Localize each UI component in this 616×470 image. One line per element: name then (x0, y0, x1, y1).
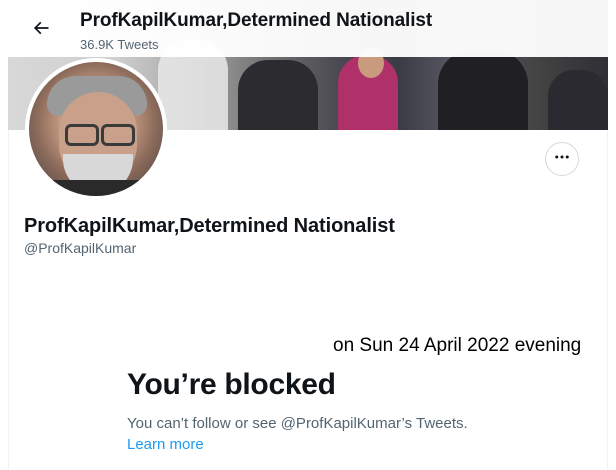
blocked-description: You can’t follow or see @ProfKapilKumar’… (127, 415, 468, 432)
more-options-button[interactable] (545, 142, 579, 176)
more-horizontal-icon (553, 148, 571, 171)
header-tweet-count: 36.9K Tweets (80, 37, 159, 52)
profile-avatar[interactable] (25, 58, 167, 200)
learn-more-link[interactable]: Learn more (127, 436, 204, 453)
arrow-left-icon (31, 18, 51, 43)
profile-display-name: ProfKapilKumar,Determined Nationalist (24, 215, 395, 237)
profile-header-bar: ProfKapilKumar,Determined Nationalist 36… (8, 0, 608, 57)
header-profile-name: ProfKapilKumar,Determined Nationalist (80, 10, 433, 31)
profile-handle: @ProfKapilKumar (24, 240, 137, 256)
blocked-heading: You’re blocked (127, 368, 336, 401)
back-button[interactable] (24, 13, 58, 47)
date-annotation: on Sun 24 April 2022 evening (333, 335, 582, 357)
